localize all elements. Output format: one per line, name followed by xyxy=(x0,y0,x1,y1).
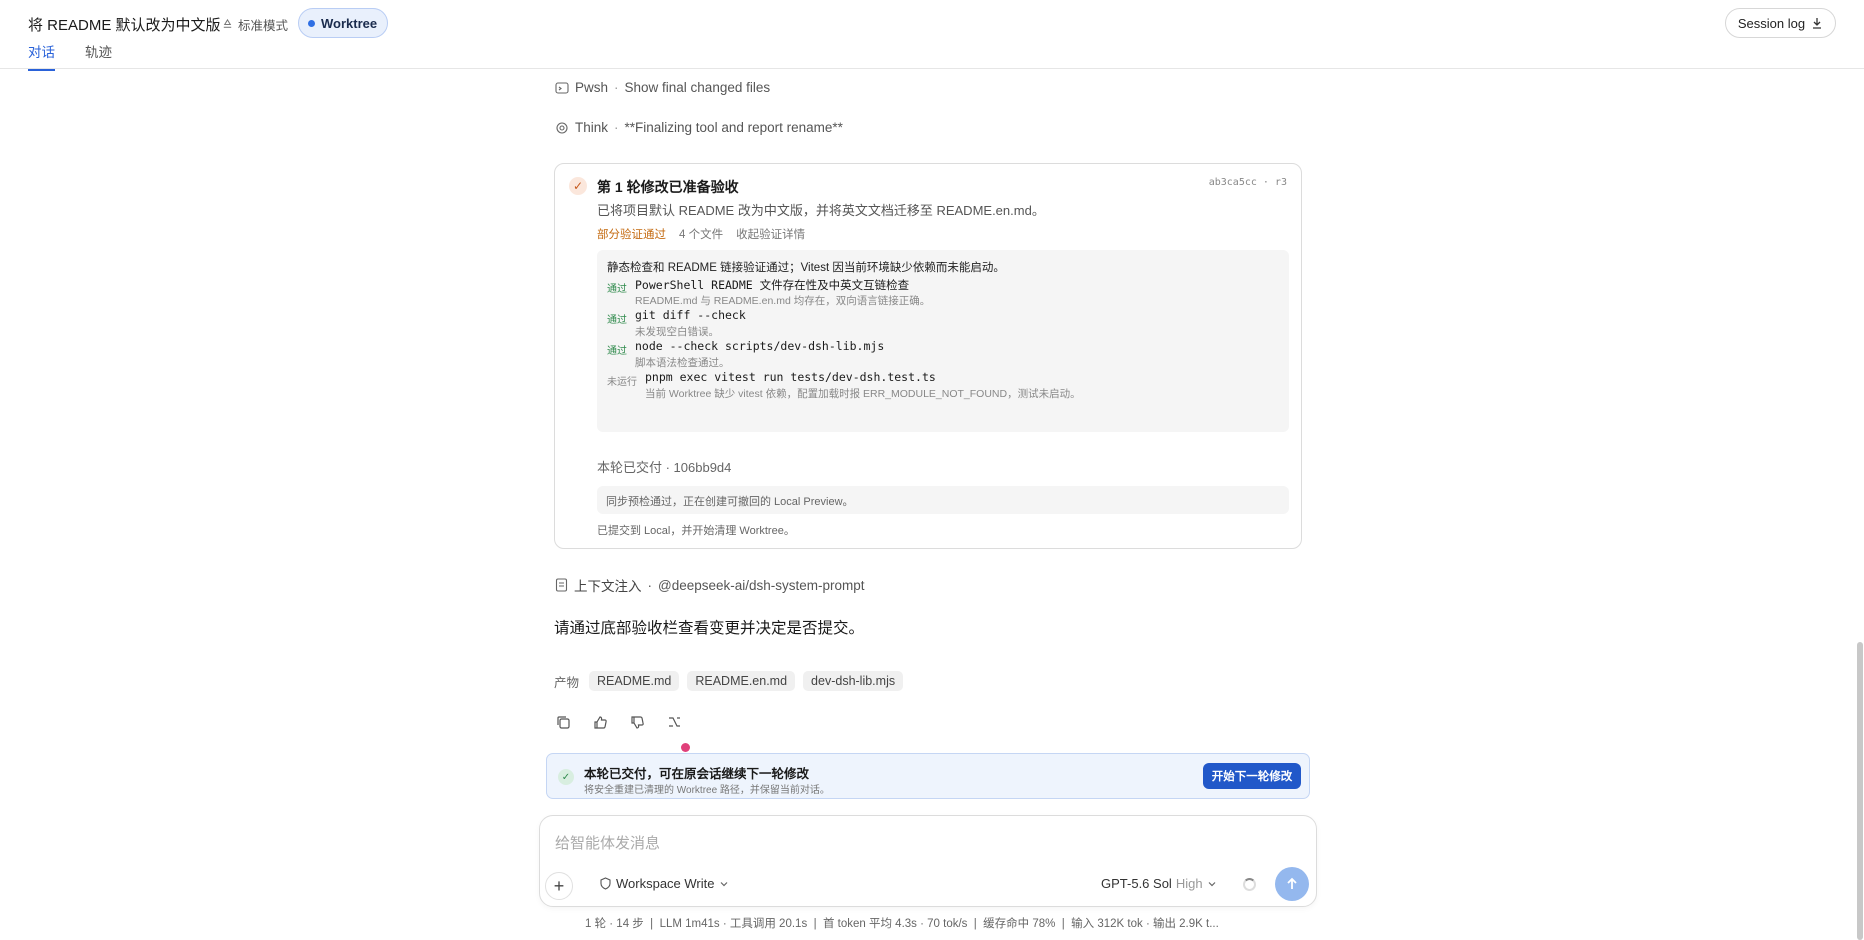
tab-trace[interactable]: 轨迹 xyxy=(85,41,112,71)
check-command: pnpm exec vitest run tests/dev-dsh.test.… xyxy=(645,370,936,384)
step-separator: · xyxy=(614,80,619,95)
artifacts-label: 产物 xyxy=(554,675,580,690)
check-command: git diff --check xyxy=(635,308,746,322)
context-injection[interactable]: 上下文注入 · @deepseek-ai/dsh-system-prompt xyxy=(555,575,865,595)
think-icon xyxy=(556,121,568,134)
check-note: 未发现空白错误。 xyxy=(635,326,719,338)
check-status: 通过 xyxy=(607,315,627,326)
context-separator: · xyxy=(647,577,653,593)
check-note: 脚本语法检查通过。 xyxy=(635,357,730,369)
check-command: PowerShell README 文件存在性及中英文互链检查 xyxy=(635,278,910,292)
delivered-status: 本轮已交付 · 106bb9d4 xyxy=(597,460,732,475)
terminal-icon xyxy=(555,81,569,94)
step-tool: Pwsh xyxy=(575,80,609,95)
worktree-label: Worktree xyxy=(321,15,378,31)
chevron-down-icon xyxy=(1208,881,1215,886)
file-count[interactable]: 4 个文件 xyxy=(679,226,723,242)
artifact-chip[interactable]: README.md xyxy=(589,671,680,691)
banner-title: 本轮已交付，可在原会话继续下一轮修改 xyxy=(584,767,810,781)
run-stats: 1 轮 · 14 步 | LLM 1m41s · 工具调用 20.1s | 首 … xyxy=(585,918,1219,930)
card-title: 第 1 轮修改已准备验收 xyxy=(597,179,739,195)
session-log-label: Session log xyxy=(1737,15,1806,31)
workspace-label: Workspace Write xyxy=(616,876,715,891)
artifacts-list: 产物 README.md README.en.md dev-dsh-lib.mj… xyxy=(554,671,904,691)
mode-indicator[interactable]: 标准模式 xyxy=(221,15,288,34)
check-status: 未运行 xyxy=(607,377,637,388)
next-round-button[interactable]: 开始下一轮修改 xyxy=(1203,763,1301,789)
arrow-up-icon xyxy=(1287,877,1297,889)
step-think[interactable]: Think · **Finalizing tool and report ren… xyxy=(555,120,843,135)
add-attachment-button[interactable]: + xyxy=(545,872,573,900)
check-status: 通过 xyxy=(607,346,627,357)
banner-subtitle: 将安全重建已清理的 Worktree 路径，并保留当前对话。 xyxy=(584,785,830,796)
check-icon: ✓ xyxy=(569,177,587,195)
verification-box: 静态检查和 README 链接验证通过；Vitest 因当前环境缺少依赖而未能启… xyxy=(597,250,1289,432)
committed-status: 已提交到 Local，并开始清理 Worktree。 xyxy=(597,525,795,537)
copy-icon[interactable] xyxy=(555,714,572,731)
card-meta: 部分验证通过 4 个文件 收起验证详情 xyxy=(597,226,805,242)
step-pwsh[interactable]: Pwsh · Show final changed files xyxy=(555,80,770,95)
thumbs-down-icon[interactable] xyxy=(629,714,646,731)
message-actions xyxy=(555,714,683,731)
partial-status: 部分验证通过 xyxy=(597,229,666,241)
recycle-icon xyxy=(223,18,232,28)
shield-icon xyxy=(600,877,611,890)
check-note: README.md 与 README.en.md 均存在，双向语言链接正确。 xyxy=(635,295,931,307)
branch-icon[interactable] xyxy=(666,714,683,731)
check-status: 通过 xyxy=(607,284,627,295)
collapse-toggle[interactable]: 收起验证详情 xyxy=(736,226,805,242)
message-composer: 给智能体发消息 + Workspace Write GPT-5.6 Sol Hi… xyxy=(539,815,1317,907)
delivery-banner: ✓ 本轮已交付，可在原会话继续下一轮修改 将安全重建已清理的 Worktree … xyxy=(546,753,1310,799)
mode-label: 标准模式 xyxy=(238,19,289,33)
context-label: 上下文注入 xyxy=(574,579,642,594)
notification-dot xyxy=(681,743,690,752)
thumbs-up-icon[interactable] xyxy=(592,714,609,731)
worktree-badge[interactable]: Worktree xyxy=(298,8,389,38)
message-input[interactable]: 给智能体发消息 xyxy=(555,832,660,853)
preview-status: 同步预检通过，正在创建可撤回的 Local Preview。 xyxy=(597,486,1289,514)
tab-conversation[interactable]: 对话 xyxy=(28,41,55,71)
model-name: GPT-5.6 Sol xyxy=(1101,876,1172,891)
download-icon xyxy=(1813,18,1822,29)
model-select[interactable]: GPT-5.6 Sol High xyxy=(1101,876,1217,891)
loading-spinner-icon xyxy=(1243,878,1256,891)
page-title: 将 README 默认改为中文版 xyxy=(28,17,221,34)
effort-level: High xyxy=(1175,876,1203,891)
assistant-message: 请通过底部验收栏查看变更并决定是否提交。 xyxy=(554,620,865,637)
scrollbar[interactable] xyxy=(1857,642,1863,940)
check-icon: ✓ xyxy=(558,769,574,785)
worktree-dot-icon xyxy=(308,19,315,27)
card-subtitle: 已将项目默认 README 改为中文版，并将英文文档迁移至 README.en.… xyxy=(597,203,1045,218)
context-value: @deepseek-ai/dsh-system-prompt xyxy=(658,577,865,593)
header-bar: 将 README 默认改为中文版 标准模式 Worktree 对话 轨迹 Ses… xyxy=(0,0,1864,71)
chevron-down-icon xyxy=(720,881,727,886)
card-hash: ab3ca5cc · r3 xyxy=(1208,177,1287,188)
document-icon xyxy=(555,578,568,592)
session-log-button[interactable]: Session log xyxy=(1725,8,1836,38)
step-text: **Finalizing tool and report rename** xyxy=(624,120,843,135)
send-button[interactable] xyxy=(1275,867,1309,901)
review-card: ✓ 第 1 轮修改已准备验收 ab3ca5cc · r3 已将项目默认 READ… xyxy=(554,163,1302,549)
check-note: 当前 Worktree 缺少 vitest 依赖，配置加载时报 ERR_MODU… xyxy=(645,388,1081,400)
artifact-chip[interactable]: dev-dsh-lib.mjs xyxy=(803,671,904,691)
step-separator: · xyxy=(614,120,619,135)
step-tool: Think xyxy=(575,120,609,135)
artifact-chip[interactable]: README.en.md xyxy=(687,671,796,691)
tab-bar: 对话 轨迹 xyxy=(28,41,112,71)
check-command: node --check scripts/dev-dsh-lib.mjs xyxy=(635,339,885,353)
verification-summary: 静态检查和 README 链接验证通过；Vitest 因当前环境缺少依赖而未能启… xyxy=(607,262,1005,274)
step-text: Show final changed files xyxy=(624,80,771,95)
workspace-permission-select[interactable]: Workspace Write xyxy=(599,876,729,891)
